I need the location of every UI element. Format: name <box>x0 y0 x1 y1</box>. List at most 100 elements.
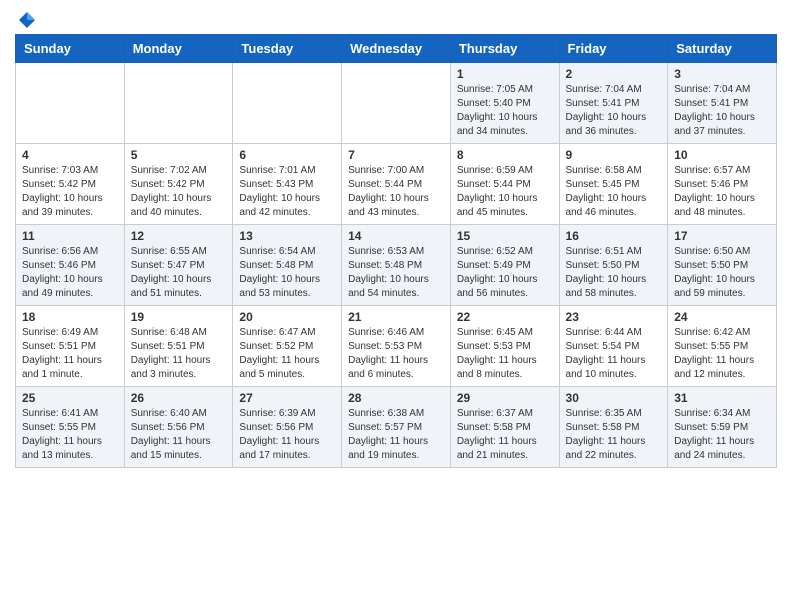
day-info: Sunrise: 6:41 AMSunset: 5:55 PMDaylight:… <box>22 407 118 463</box>
day-info: Sunrise: 7:04 AMSunset: 5:41 PMDaylight:… <box>674 83 770 139</box>
day-number: 20 <box>239 310 335 324</box>
calendar-day-cell: 3 Sunrise: 7:04 AMSunset: 5:41 PMDaylight… <box>668 63 777 144</box>
day-info: Sunrise: 6:54 AMSunset: 5:48 PMDaylight:… <box>239 245 335 301</box>
calendar-day-cell: 18 Sunrise: 6:49 AMSunset: 5:51 PMDayligh… <box>16 306 125 387</box>
day-info: Sunrise: 6:38 AMSunset: 5:57 PMDaylight:… <box>348 407 444 463</box>
day-number: 12 <box>131 229 227 243</box>
day-number: 17 <box>674 229 770 243</box>
calendar-table: SundayMondayTuesdayWednesdayThursdayFrid… <box>15 34 777 468</box>
day-number: 4 <box>22 148 118 162</box>
calendar-day-header: Sunday <box>16 35 125 63</box>
day-info: Sunrise: 6:47 AMSunset: 5:52 PMDaylight:… <box>239 326 335 382</box>
day-info: Sunrise: 6:51 AMSunset: 5:50 PMDaylight:… <box>566 245 662 301</box>
calendar-day-cell: 28 Sunrise: 6:38 AMSunset: 5:57 PMDayligh… <box>342 387 451 468</box>
day-number: 6 <box>239 148 335 162</box>
day-info: Sunrise: 6:58 AMSunset: 5:45 PMDaylight:… <box>566 164 662 220</box>
day-info: Sunrise: 6:59 AMSunset: 5:44 PMDaylight:… <box>457 164 553 220</box>
logo-icon <box>17 10 37 30</box>
calendar-day-cell: 29 Sunrise: 6:37 AMSunset: 5:58 PMDayligh… <box>450 387 559 468</box>
calendar-day-cell: 21 Sunrise: 6:46 AMSunset: 5:53 PMDayligh… <box>342 306 451 387</box>
day-number: 3 <box>674 67 770 81</box>
day-number: 5 <box>131 148 227 162</box>
calendar-day-cell: 30 Sunrise: 6:35 AMSunset: 5:58 PMDayligh… <box>559 387 668 468</box>
day-info: Sunrise: 7:01 AMSunset: 5:43 PMDaylight:… <box>239 164 335 220</box>
day-info: Sunrise: 6:34 AMSunset: 5:59 PMDaylight:… <box>674 407 770 463</box>
calendar-day-cell: 12 Sunrise: 6:55 AMSunset: 5:47 PMDayligh… <box>124 225 233 306</box>
calendar-day-cell: 13Sunrise: 6:54 AMSunset: 5:48 PMDayligh… <box>233 225 342 306</box>
calendar-day-cell: 23 Sunrise: 6:44 AMSunset: 5:54 PMDayligh… <box>559 306 668 387</box>
page-header <box>15 10 777 26</box>
calendar-day-header: Tuesday <box>233 35 342 63</box>
day-number: 30 <box>566 391 662 405</box>
day-info: Sunrise: 7:04 AMSunset: 5:41 PMDaylight:… <box>566 83 662 139</box>
day-number: 29 <box>457 391 553 405</box>
day-number: 9 <box>566 148 662 162</box>
day-info: Sunrise: 6:46 AMSunset: 5:53 PMDaylight:… <box>348 326 444 382</box>
day-number: 16 <box>566 229 662 243</box>
calendar-week-row: 11 Sunrise: 6:56 AMSunset: 5:46 PMDayligh… <box>16 225 777 306</box>
day-number: 18 <box>22 310 118 324</box>
calendar-day-cell: 19Sunrise: 6:48 AMSunset: 5:51 PMDayligh… <box>124 306 233 387</box>
calendar-day-cell: 31 Sunrise: 6:34 AMSunset: 5:59 PMDayligh… <box>668 387 777 468</box>
calendar-day-cell: 22 Sunrise: 6:45 AMSunset: 5:53 PMDayligh… <box>450 306 559 387</box>
day-info: Sunrise: 6:35 AMSunset: 5:58 PMDaylight:… <box>566 407 662 463</box>
day-info: Sunrise: 6:42 AMSunset: 5:55 PMDaylight:… <box>674 326 770 382</box>
logo <box>15 10 37 26</box>
calendar-day-cell: 2 Sunrise: 7:04 AMSunset: 5:41 PMDaylight… <box>559 63 668 144</box>
calendar-day-cell <box>16 63 125 144</box>
calendar-day-cell: 9 Sunrise: 6:58 AMSunset: 5:45 PMDaylight… <box>559 144 668 225</box>
day-number: 14 <box>348 229 444 243</box>
day-number: 25 <box>22 391 118 405</box>
calendar-day-cell: 8 Sunrise: 6:59 AMSunset: 5:44 PMDaylight… <box>450 144 559 225</box>
calendar-day-header: Monday <box>124 35 233 63</box>
calendar-day-cell: 14 Sunrise: 6:53 AMSunset: 5:48 PMDayligh… <box>342 225 451 306</box>
calendar-day-cell: 24Sunrise: 6:42 AMSunset: 5:55 PMDayligh… <box>668 306 777 387</box>
day-number: 1 <box>457 67 553 81</box>
calendar-day-cell: 17 Sunrise: 6:50 AMSunset: 5:50 PMDayligh… <box>668 225 777 306</box>
day-info: Sunrise: 6:48 AMSunset: 5:51 PMDaylight:… <box>131 326 227 382</box>
calendar-day-cell: 4Sunrise: 7:03 AMSunset: 5:42 PMDaylight… <box>16 144 125 225</box>
calendar-day-cell: 26 Sunrise: 6:40 AMSunset: 5:56 PMDayligh… <box>124 387 233 468</box>
day-number: 22 <box>457 310 553 324</box>
calendar-week-row: 1 Sunrise: 7:05 AMSunset: 5:40 PMDaylight… <box>16 63 777 144</box>
calendar-day-cell: 11 Sunrise: 6:56 AMSunset: 5:46 PMDayligh… <box>16 225 125 306</box>
calendar-day-cell: 1 Sunrise: 7:05 AMSunset: 5:40 PMDaylight… <box>450 63 559 144</box>
calendar-day-cell <box>233 63 342 144</box>
day-info: Sunrise: 6:45 AMSunset: 5:53 PMDaylight:… <box>457 326 553 382</box>
calendar-day-cell <box>342 63 451 144</box>
day-info: Sunrise: 6:56 AMSunset: 5:46 PMDaylight:… <box>22 245 118 301</box>
calendar-week-row: 18 Sunrise: 6:49 AMSunset: 5:51 PMDayligh… <box>16 306 777 387</box>
calendar-day-cell: 10Sunrise: 6:57 AMSunset: 5:46 PMDayligh… <box>668 144 777 225</box>
calendar-day-header: Wednesday <box>342 35 451 63</box>
calendar-day-cell: 27Sunrise: 6:39 AMSunset: 5:56 PMDayligh… <box>233 387 342 468</box>
calendar-week-row: 25 Sunrise: 6:41 AMSunset: 5:55 PMDayligh… <box>16 387 777 468</box>
day-info: Sunrise: 6:40 AMSunset: 5:56 PMDaylight:… <box>131 407 227 463</box>
day-number: 11 <box>22 229 118 243</box>
day-info: Sunrise: 6:55 AMSunset: 5:47 PMDaylight:… <box>131 245 227 301</box>
day-info: Sunrise: 6:39 AMSunset: 5:56 PMDaylight:… <box>239 407 335 463</box>
day-number: 8 <box>457 148 553 162</box>
day-info: Sunrise: 6:37 AMSunset: 5:58 PMDaylight:… <box>457 407 553 463</box>
day-number: 23 <box>566 310 662 324</box>
calendar-day-cell: 15 Sunrise: 6:52 AMSunset: 5:49 PMDayligh… <box>450 225 559 306</box>
day-number: 21 <box>348 310 444 324</box>
day-info: Sunrise: 6:52 AMSunset: 5:49 PMDaylight:… <box>457 245 553 301</box>
calendar-day-header: Thursday <box>450 35 559 63</box>
day-info: Sunrise: 6:44 AMSunset: 5:54 PMDaylight:… <box>566 326 662 382</box>
day-info: Sunrise: 7:05 AMSunset: 5:40 PMDaylight:… <box>457 83 553 139</box>
day-info: Sunrise: 6:50 AMSunset: 5:50 PMDaylight:… <box>674 245 770 301</box>
calendar-day-cell: 25 Sunrise: 6:41 AMSunset: 5:55 PMDayligh… <box>16 387 125 468</box>
day-number: 7 <box>348 148 444 162</box>
day-number: 28 <box>348 391 444 405</box>
calendar-day-cell: 6 Sunrise: 7:01 AMSunset: 5:43 PMDaylight… <box>233 144 342 225</box>
calendar-day-cell: 5Sunrise: 7:02 AMSunset: 5:42 PMDaylight… <box>124 144 233 225</box>
day-number: 2 <box>566 67 662 81</box>
day-info: Sunrise: 6:53 AMSunset: 5:48 PMDaylight:… <box>348 245 444 301</box>
day-number: 15 <box>457 229 553 243</box>
day-info: Sunrise: 6:49 AMSunset: 5:51 PMDaylight:… <box>22 326 118 382</box>
calendar-week-row: 4Sunrise: 7:03 AMSunset: 5:42 PMDaylight… <box>16 144 777 225</box>
calendar-day-header: Friday <box>559 35 668 63</box>
day-number: 26 <box>131 391 227 405</box>
day-number: 31 <box>674 391 770 405</box>
day-info: Sunrise: 6:57 AMSunset: 5:46 PMDaylight:… <box>674 164 770 220</box>
